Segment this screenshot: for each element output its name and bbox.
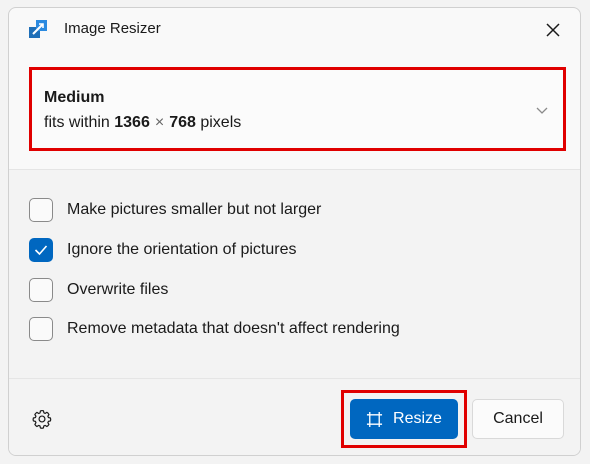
footer: Resize Cancel	[9, 379, 580, 455]
size-dropdown[interactable]: Medium fits within 1366 × 768 pixels	[29, 67, 566, 151]
chevron-down-icon	[535, 102, 549, 114]
option-overwrite-files[interactable]: Overwrite files	[29, 276, 168, 304]
checkmark-icon	[34, 245, 48, 256]
image-resizer-app-icon	[29, 20, 47, 38]
option-label: Ignore the orientation of pictures	[67, 241, 297, 258]
title-bar: Image Resizer	[9, 8, 580, 52]
size-width: 1366	[114, 114, 150, 131]
image-resizer-window: Image Resizer Medium fits within 1366 × 76…	[8, 7, 581, 456]
size-unit: pixels	[200, 114, 242, 131]
option-label: Make pictures smaller but not larger	[67, 201, 322, 218]
resize-icon	[366, 411, 383, 427]
size-description: fits within 1366 × 768 pixels	[44, 114, 241, 132]
option-remove-metadata[interactable]: Remove metadata that doesn't affect rend…	[29, 315, 400, 343]
option-label: Remove metadata that doesn't affect rend…	[67, 320, 400, 337]
option-checkbox[interactable]	[29, 317, 53, 341]
settings-button[interactable]	[31, 408, 53, 430]
option-checkbox[interactable]	[29, 278, 53, 302]
option-checkbox[interactable]	[29, 198, 53, 222]
size-name: Medium	[44, 89, 105, 106]
option-ignore-orientation[interactable]: Ignore the orientation of pictures	[29, 236, 296, 264]
size-height: 768	[169, 114, 196, 131]
options-list: Make pictures smaller but not larger Ign…	[9, 170, 580, 378]
option-checkbox[interactable]	[29, 238, 53, 262]
gear-icon	[32, 409, 52, 429]
size-times: ×	[154, 114, 165, 131]
cancel-label: Cancel	[493, 410, 543, 427]
cancel-button[interactable]: Cancel	[472, 399, 564, 439]
close-button[interactable]	[540, 17, 566, 43]
window-title: Image Resizer	[64, 20, 161, 37]
resize-label: Resize	[393, 410, 442, 427]
option-label: Overwrite files	[67, 281, 169, 298]
resize-button[interactable]: Resize	[350, 399, 458, 439]
close-icon	[546, 23, 560, 37]
option-smaller-only[interactable]: Make pictures smaller but not larger	[29, 196, 321, 224]
size-prefix: fits within	[44, 114, 110, 131]
size-area: Medium fits within 1366 × 768 pixels	[9, 52, 580, 170]
